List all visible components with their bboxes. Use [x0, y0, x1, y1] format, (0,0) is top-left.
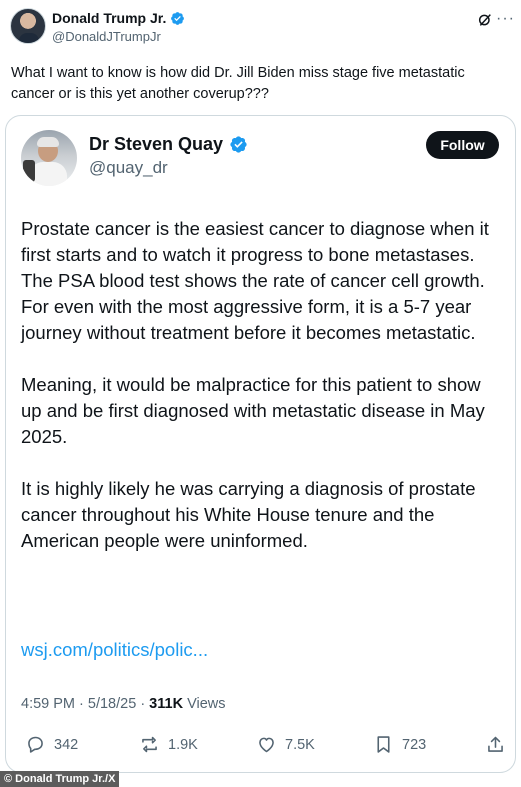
repost-icon — [142, 736, 157, 753]
quoted-author-name-row: Dr Steven Quay — [89, 134, 248, 155]
tweet-paragraph: Meaning, it would be malpractice for thi… — [21, 374, 485, 447]
article-link[interactable]: wsj.com/politics/polic... — [21, 639, 208, 661]
meta-separator: · — [140, 696, 150, 712]
bookmark-count: 723 — [402, 736, 427, 753]
quoted-tweet-card[interactable]: Dr Steven Quay @quay_dr Follow Prostate … — [5, 115, 516, 773]
repost-button[interactable]: 1.9K — [139, 734, 198, 755]
bookmark-icon — [377, 736, 390, 753]
reply-count: 342 — [54, 736, 79, 753]
tweet-paragraph: Prostate cancer is the easiest cancer to… — [21, 218, 489, 343]
tweet-date[interactable]: 5/18/25 — [88, 696, 136, 712]
quoted-author-avatar[interactable] — [21, 130, 77, 186]
outer-author-handle[interactable]: @DonaldJTrumpJr — [52, 29, 161, 44]
outer-author-name[interactable]: Donald Trump Jr. — [52, 10, 166, 26]
tweet-paragraph: It is highly likely he was carrying a di… — [21, 478, 476, 551]
like-button[interactable]: 7.5K — [256, 734, 315, 755]
outer-tweet-text: What I want to know is how did Dr. Jill … — [11, 65, 465, 102]
share-button[interactable] — [485, 734, 506, 755]
verified-badge-icon — [171, 11, 185, 25]
quoted-author-handle[interactable]: @quay_dr — [89, 158, 168, 178]
views-count[interactable]: 311K — [149, 696, 183, 712]
verified-badge-icon — [230, 136, 247, 153]
tweet-metadata: 4:59 PM · 5/18/25 · 311K Views — [21, 696, 226, 712]
reply-button[interactable]: 342 — [25, 734, 78, 755]
reply-icon — [28, 736, 43, 753]
repost-count: 1.9K — [168, 736, 198, 753]
like-count: 7.5K — [285, 736, 315, 753]
meta-separator: · — [79, 696, 88, 712]
quoted-tweet-text: Prostate cancer is the easiest cancer to… — [21, 216, 505, 580]
outer-author-avatar[interactable] — [10, 8, 46, 44]
more-options-icon[interactable]: ··· — [496, 11, 515, 27]
grok-icon[interactable] — [477, 12, 493, 28]
tweet-actions-bar: 342 1.9K 7.5K 723 — [21, 734, 505, 758]
outer-tweet-header: Donald Trump Jr. @DonaldJTrumpJr ··· — [10, 6, 515, 48]
quoted-author-name[interactable]: Dr Steven Quay — [89, 134, 223, 155]
like-icon — [259, 737, 274, 753]
views-label: Views — [187, 696, 226, 712]
share-icon — [488, 736, 503, 752]
outer-author-name-row: Donald Trump Jr. — [52, 10, 185, 26]
follow-button[interactable]: Follow — [426, 131, 499, 159]
image-credit-watermark: © Donald Trump Jr./X — [0, 771, 120, 787]
bookmark-button[interactable]: 723 — [373, 734, 426, 755]
tweet-time[interactable]: 4:59 PM — [21, 696, 75, 712]
